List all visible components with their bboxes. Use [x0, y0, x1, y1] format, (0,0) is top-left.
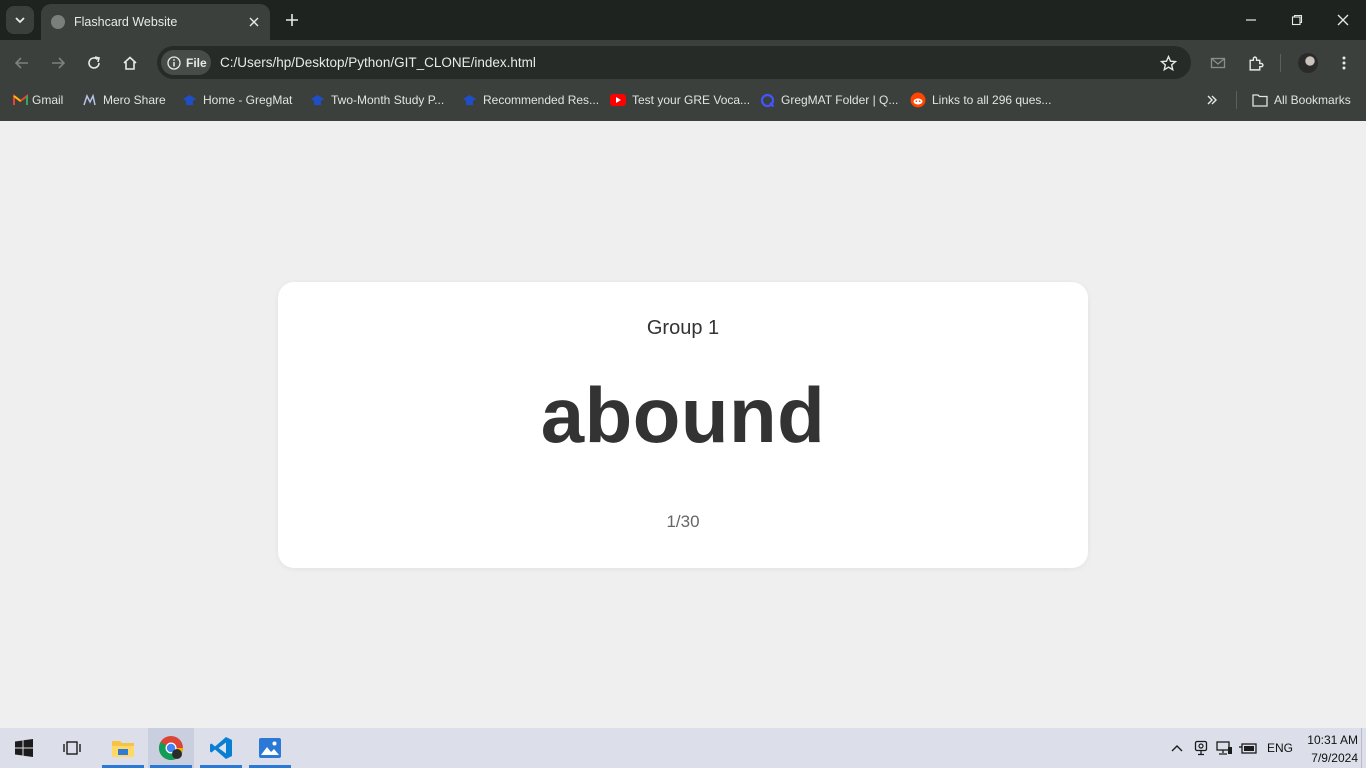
folder-icon — [1252, 92, 1268, 108]
extensions-button[interactable] — [1242, 50, 1268, 76]
forward-button[interactable] — [45, 50, 71, 76]
more-vert-icon — [1342, 56, 1346, 70]
task-view-icon — [63, 741, 81, 755]
bookmark-label: Mero Share — [103, 93, 166, 107]
bookmark-home-gregmat[interactable]: Home - GregMat — [181, 89, 292, 111]
info-icon — [167, 55, 181, 70]
start-icon — [15, 739, 33, 757]
url-text[interactable]: C:/Users/hp/Desktop/Python/GIT_CLONE/ind… — [220, 55, 536, 70]
start-button[interactable] — [1, 728, 47, 768]
bookmarks-divider — [1236, 91, 1237, 109]
show-desktop-button[interactable] — [1361, 728, 1366, 768]
quizlet-icon — [759, 92, 775, 108]
gregmat-icon — [181, 92, 197, 108]
bookmark-test-gre-vocab[interactable]: Test your GRE Voca... — [610, 89, 750, 111]
youtube-icon — [610, 92, 626, 108]
back-button[interactable] — [9, 50, 35, 76]
star-icon — [1159, 54, 1177, 71]
flashcard-counter: 1/30 — [666, 512, 700, 531]
clock-time: 10:31 AM — [1307, 733, 1358, 747]
bookmark-gregmat-folder[interactable]: GregMAT Folder | Q... — [759, 89, 898, 111]
tab-close-button[interactable] — [244, 12, 264, 32]
flashcard[interactable]: Group 1 abound 1/30 — [278, 282, 1088, 568]
flashcard-group: Group 1 — [646, 317, 720, 339]
bookmark-two-month-study[interactable]: Two-Month Study P... — [309, 89, 444, 111]
bookmark-label: Recommended Res... — [483, 93, 600, 107]
bookmark-links-296-questions[interactable]: Links to all 296 ques... — [910, 89, 1051, 111]
chevron-down-icon — [15, 17, 25, 24]
bookmark-label: Test your GRE Voca... — [632, 93, 751, 107]
avatar — [1298, 53, 1318, 73]
close-window-button[interactable] — [1320, 0, 1366, 40]
taskbar-chrome[interactable] — [148, 728, 194, 768]
bookmark-mero-share[interactable]: Mero Share — [81, 89, 166, 111]
minimize-icon — [1246, 19, 1256, 21]
extension-mail-button[interactable] — [1205, 50, 1231, 76]
bookmark-recommended-resources[interactable]: Recommended Res... — [461, 89, 599, 111]
file-explorer-icon — [112, 741, 134, 757]
reddit-icon — [910, 92, 926, 108]
bookmark-label: Links to all 296 ques... — [932, 93, 1052, 107]
flashcard-word: abound — [540, 371, 826, 459]
tab-title: Flashcard Website — [74, 15, 178, 29]
chrome-icon — [158, 736, 183, 761]
input-language-indicator[interactable]: ENG — [1267, 741, 1293, 755]
close-icon — [1337, 14, 1349, 26]
close-icon — [249, 17, 259, 27]
all-bookmarks-button[interactable]: All Bookmarks — [1252, 89, 1351, 111]
site-chip-label: File — [186, 55, 207, 70]
mail-icon — [1210, 57, 1226, 69]
taskbar-vscode[interactable] — [198, 728, 244, 768]
gmail-icon — [12, 92, 28, 108]
toolbar-divider — [1280, 54, 1281, 72]
bookmark-label: GregMAT Folder | Q... — [781, 93, 899, 107]
taskbar-photos[interactable] — [247, 728, 293, 768]
globe-icon — [51, 15, 65, 29]
plus-icon — [286, 14, 298, 26]
bookmark-label: Gmail — [32, 93, 64, 107]
browser-menu-button[interactable] — [1331, 50, 1357, 76]
home-icon — [123, 56, 137, 70]
task-view-button[interactable] — [49, 728, 95, 768]
meroshare-icon — [81, 92, 97, 108]
reload-icon — [88, 56, 100, 69]
bookmark-label: Home - GregMat — [203, 93, 293, 107]
double-chevron-right-icon — [1207, 95, 1217, 105]
minimize-button[interactable] — [1228, 0, 1274, 40]
gregmat-icon — [309, 92, 325, 108]
site-info-chip[interactable]: File — [161, 50, 211, 75]
home-button[interactable] — [117, 50, 143, 76]
restore-button[interactable] — [1274, 0, 1320, 40]
chevron-up-icon — [1171, 745, 1183, 752]
profile-button[interactable] — [1295, 50, 1321, 76]
bookmark-star-button[interactable] — [1156, 51, 1180, 75]
reload-button[interactable] — [81, 50, 107, 76]
bookmark-label: Two-Month Study P... — [331, 93, 445, 107]
all-bookmarks-label: All Bookmarks — [1274, 93, 1351, 107]
tray-overflow-button[interactable] — [1168, 738, 1186, 758]
tab-search-button[interactable] — [6, 6, 34, 34]
new-tab-button[interactable] — [281, 9, 303, 31]
tray-network-button[interactable] — [1215, 738, 1233, 758]
arrow-right-icon — [52, 57, 66, 69]
system-clock[interactable]: 10:31 AM 7/9/2024 — [1296, 731, 1358, 767]
clock-date: 7/9/2024 — [1311, 751, 1358, 765]
photos-icon — [259, 738, 281, 758]
network-icon — [1215, 740, 1232, 755]
gregmat-icon — [461, 92, 477, 108]
tray-battery-button[interactable] — [1239, 738, 1257, 758]
webcam-icon — [1194, 740, 1208, 756]
more-bookmarks-button[interactable] — [1199, 87, 1225, 113]
restore-icon — [1291, 14, 1303, 26]
taskbar-file-explorer[interactable] — [100, 728, 146, 768]
puzzle-icon — [1248, 56, 1264, 71]
active-tab[interactable]: Flashcard Website — [41, 4, 270, 40]
arrow-left-icon — [14, 57, 28, 69]
bookmark-gmail[interactable]: Gmail — [12, 89, 63, 111]
tray-meet-button[interactable] — [1192, 738, 1210, 758]
vscode-icon — [210, 737, 232, 759]
battery-icon — [1239, 743, 1257, 754]
